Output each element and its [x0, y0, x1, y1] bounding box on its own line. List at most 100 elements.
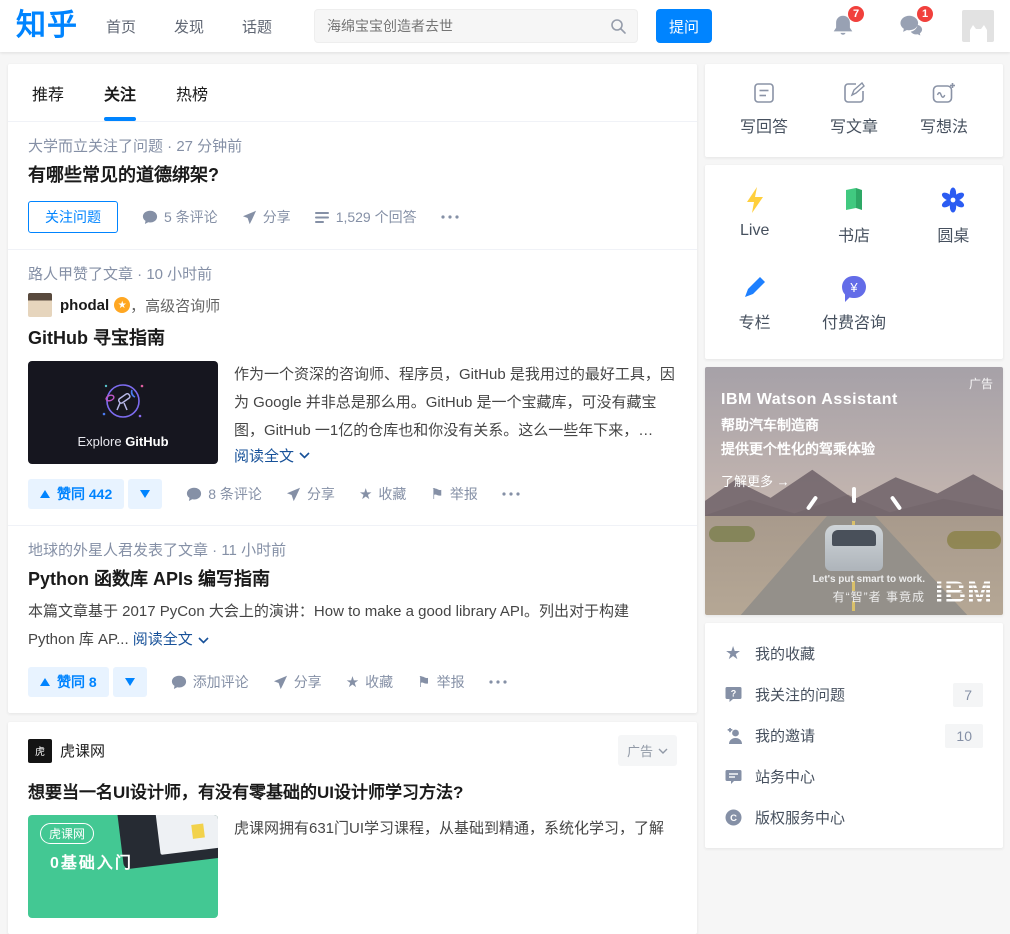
write-article-button[interactable]: 写文章: [830, 82, 878, 137]
live-entry[interactable]: Live: [705, 187, 804, 246]
favorite-link[interactable]: ★ 收藏: [346, 672, 393, 692]
read-more-link[interactable]: 阅读全文: [133, 626, 209, 654]
comments-link[interactable]: 添加评论: [171, 672, 249, 692]
share-link[interactable]: 分享: [273, 672, 322, 692]
question-title[interactable]: 有哪些常见的道德绑架?: [28, 163, 677, 188]
column-entry[interactable]: 专栏: [705, 274, 804, 333]
triangle-up-icon: [40, 678, 50, 686]
link-site-service-center[interactable]: 站务中心: [725, 756, 983, 797]
comments-link[interactable]: 5 条评论: [142, 207, 218, 227]
bookstore-entry[interactable]: 书店: [804, 187, 903, 246]
feedback-bubble-icon: [725, 769, 745, 785]
comment-icon: [186, 487, 202, 502]
link-copyright-service-center[interactable]: C 版权服务中心: [725, 797, 983, 838]
article-title[interactable]: Python 函数库 APIs 编写指南: [28, 567, 677, 592]
link-my-favorites[interactable]: ★ 我的收藏: [725, 633, 983, 674]
answers-link[interactable]: 1,529 个回答: [315, 207, 417, 227]
report-link[interactable]: ⚑ 举报: [430, 484, 477, 504]
feed-tabs: 推荐 关注 热榜: [8, 64, 697, 122]
svg-text:C: C: [730, 813, 737, 824]
notifications-badge: 7: [848, 6, 864, 22]
write-article-icon: [843, 82, 865, 104]
sponsored-feed-card: 虎 虎课网 广告 想要当一名UI设计师，有没有零基础的UI设计师学习方法? 虎课…: [8, 722, 697, 934]
chevron-down-icon: [658, 748, 668, 754]
yen-bubble-icon: ¥: [842, 276, 866, 298]
share-link[interactable]: 分享: [286, 484, 335, 504]
write-answer-button[interactable]: 写回答: [740, 82, 788, 137]
feed-meta: 地球的外星人君发表了文章 · 11 小时前: [28, 539, 677, 560]
count-badge: 7: [953, 683, 983, 707]
link-my-invitations[interactable]: 我的邀请 10: [725, 715, 983, 756]
nav-discover[interactable]: 发现: [174, 16, 204, 37]
favorite-link[interactable]: ★ 收藏: [359, 484, 406, 504]
cat-avatar-graphic: [967, 22, 989, 42]
search-box[interactable]: [314, 9, 638, 43]
sidebar: 写回答 写文章 写想法 Live 书店: [705, 64, 1003, 848]
ad-label-chip[interactable]: 广告: [618, 735, 677, 766]
feed-meta: 路人甲赞了文章 · 10 小时前: [28, 263, 677, 284]
zhihu-logo[interactable]: 知乎: [16, 11, 78, 41]
advertiser-name[interactable]: 虎课网: [60, 740, 105, 761]
article-thumbnail[interactable]: Explore GitHub: [28, 361, 218, 464]
more-button[interactable]: [489, 680, 507, 684]
paid-consult-entry[interactable]: ¥ 付费咨询: [804, 274, 903, 333]
ad-roadside-bush: [947, 531, 1001, 549]
action-row: 赞同 8 添加评论 分享 ★ 收藏: [28, 667, 677, 697]
vote-buttons: 赞同 8: [28, 667, 147, 697]
tab-hot[interactable]: 热榜: [176, 64, 208, 121]
share-link[interactable]: 分享: [242, 207, 291, 227]
downvote-button[interactable]: [128, 479, 162, 509]
book-icon: [842, 187, 866, 213]
nav-topics[interactable]: 话题: [242, 16, 272, 37]
article-title[interactable]: GitHub 寻宝指南: [28, 326, 677, 351]
user-avatar[interactable]: [962, 10, 994, 42]
messages-button[interactable]: 1: [899, 14, 924, 38]
ad-roadside-bush: [709, 526, 755, 542]
ad-line2: 帮助汽车制造商: [721, 415, 898, 435]
search-icon[interactable]: [610, 18, 627, 35]
ad-thumbnail[interactable]: 虎课网 0基础入门: [28, 815, 218, 918]
comment-icon: [142, 210, 158, 225]
more-button[interactable]: [502, 492, 520, 496]
learn-more-link[interactable]: 了解更多 →: [721, 471, 898, 490]
top-navigation-bar: 知乎 首页 发现 话题 提问 7 1: [0, 0, 1010, 52]
downvote-button[interactable]: [113, 667, 147, 697]
car-graphic: [825, 525, 883, 571]
more-button[interactable]: [441, 215, 459, 219]
search-input[interactable]: [327, 18, 610, 34]
author-avatar[interactable]: [28, 293, 52, 317]
comments-link[interactable]: 8 条评论: [186, 484, 262, 504]
tab-following[interactable]: 关注: [104, 64, 136, 121]
read-more-link[interactable]: 阅读全文: [234, 445, 310, 466]
ad-content: 虎课网 0基础入门 虎课网拥有631门UI学习课程，从基础到精通，系统化学习，了…: [28, 815, 677, 918]
ad-title[interactable]: 想要当一名UI设计师，有没有零基础的UI设计师学习方法?: [28, 778, 677, 803]
roundtable-entry[interactable]: 圆桌: [904, 187, 1003, 246]
ad-excerpt: 虎课网拥有631门UI学习课程，从基础到精通，系统化学习，了解: [234, 815, 677, 843]
author-name[interactable]: phodal: [60, 297, 109, 314]
nav-home[interactable]: 首页: [106, 16, 136, 37]
advertiser-logo[interactable]: 虎: [28, 739, 52, 763]
flag-icon: ⚑: [430, 487, 443, 502]
chevron-down-icon: [198, 637, 209, 644]
feed-meta: 大学而立关注了问题 · 27 分钟前: [28, 135, 677, 156]
article-excerpt: 本篇文章基于 2017 PyCon 大会上的演讲：How to make a g…: [28, 598, 677, 654]
header-right: 7 1: [787, 10, 994, 42]
comment-icon: [171, 675, 187, 690]
sidebar-ad-ibm[interactable]: 广告 IBM Watson Assistant 帮助汽车制造商 提供更个性化的驾…: [705, 367, 1003, 615]
slogan-en: Let's put smart to work.: [813, 574, 925, 585]
ibm-logo: IBM: [935, 581, 993, 605]
upvote-button[interactable]: 赞同 8: [28, 667, 109, 697]
messages-badge: 1: [917, 6, 933, 22]
main-content: 推荐 关注 热榜 大学而立关注了问题 · 27 分钟前 有哪些常见的道德绑架? …: [0, 52, 1010, 934]
advertiser-row: 虎 虎课网 广告: [28, 735, 677, 766]
follow-question-button[interactable]: 关注问题: [28, 201, 118, 233]
upvote-button[interactable]: 赞同 442: [28, 479, 124, 509]
report-link[interactable]: ⚑ 举报: [417, 672, 464, 692]
tab-recommend[interactable]: 推荐: [32, 64, 64, 121]
write-idea-button[interactable]: 写想法: [920, 82, 968, 137]
link-my-followed-questions[interactable]: ? 我关注的问题 7: [725, 674, 983, 715]
notifications-button[interactable]: 7: [831, 14, 855, 38]
thumbnail-caption: Explore GitHub: [77, 434, 168, 449]
excerpt-column: 虎课网拥有631门UI学习课程，从基础到精通，系统化学习，了解: [234, 815, 677, 918]
ask-question-button[interactable]: 提问: [656, 9, 712, 43]
